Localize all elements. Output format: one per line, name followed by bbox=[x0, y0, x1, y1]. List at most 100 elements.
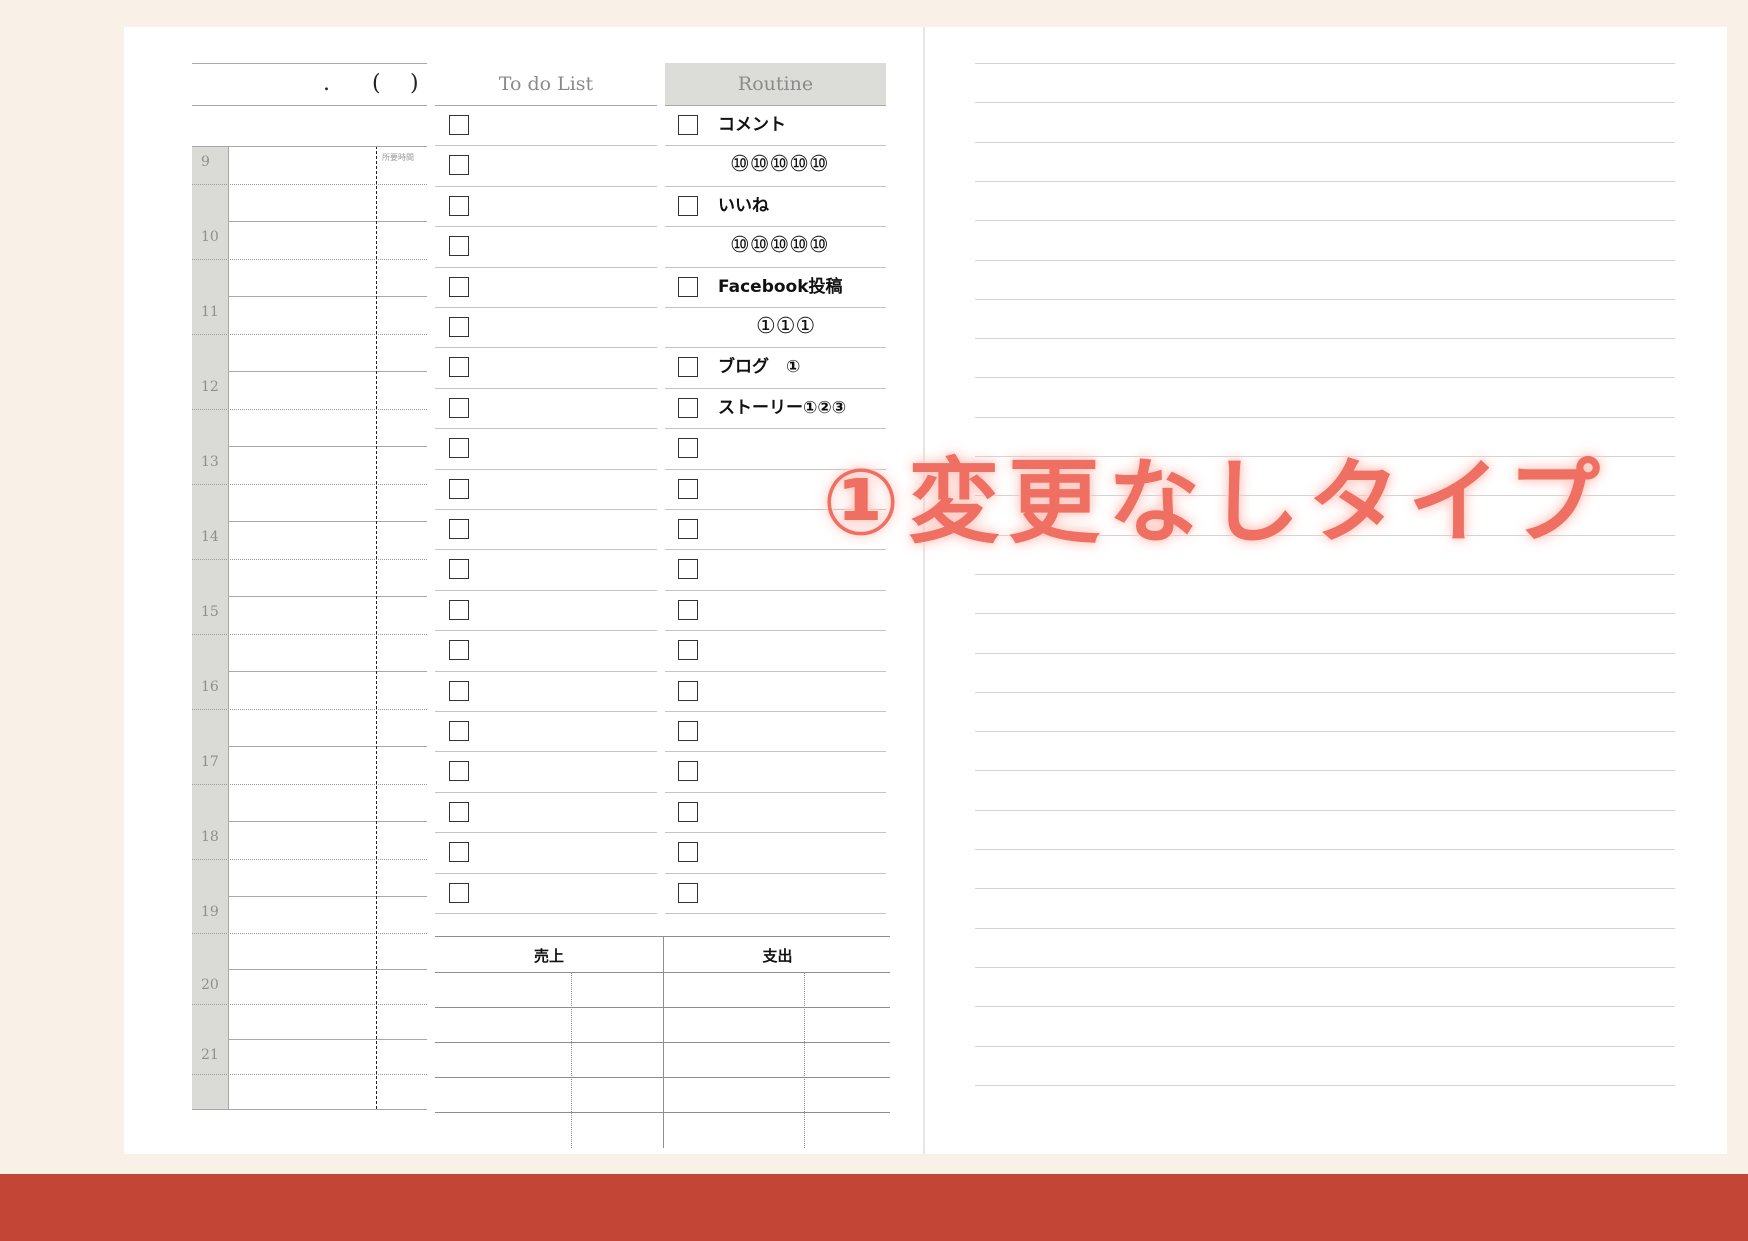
note-line bbox=[975, 613, 1675, 615]
routine-item-text: ストーリー①②③ bbox=[718, 397, 847, 418]
routine-checkbox[interactable] bbox=[678, 519, 698, 539]
todo-checkbox[interactable] bbox=[449, 680, 469, 701]
hour-label: 21 bbox=[201, 1047, 219, 1063]
sales-header: 売上 bbox=[533, 947, 564, 965]
routine-row-rule bbox=[665, 347, 886, 349]
todo-row-rule bbox=[435, 226, 657, 228]
routine-checkbox[interactable] bbox=[678, 882, 698, 903]
hour-label: 14 bbox=[201, 529, 219, 545]
note-line bbox=[975, 1084, 1675, 1086]
routine-header-rule bbox=[665, 105, 886, 106]
date-dot: . bbox=[323, 71, 330, 96]
routine-checkbox[interactable] bbox=[678, 801, 698, 822]
todo-header: To do List bbox=[498, 73, 594, 95]
note-line bbox=[975, 573, 1675, 575]
routine-checkbox[interactable] bbox=[678, 195, 698, 216]
hour-label: 12 bbox=[201, 379, 219, 395]
todo-checkbox[interactable] bbox=[449, 155, 469, 176]
todo-checkbox[interactable] bbox=[449, 721, 469, 741]
todo-checkbox[interactable] bbox=[449, 599, 469, 620]
todo-row-rule bbox=[435, 589, 657, 591]
todo-checkbox[interactable] bbox=[449, 801, 469, 822]
note-line bbox=[975, 220, 1675, 222]
date-field[interactable]: . ( ) bbox=[192, 63, 427, 105]
todo-checkbox[interactable] bbox=[449, 357, 469, 378]
date-top-rule bbox=[192, 63, 427, 64]
note-line bbox=[975, 652, 1675, 654]
todo-checkbox[interactable] bbox=[449, 640, 469, 661]
note-line bbox=[975, 298, 1675, 300]
hour-label: 15 bbox=[201, 604, 219, 620]
routine-row-rule bbox=[665, 185, 886, 187]
todo-checkbox[interactable] bbox=[449, 276, 469, 297]
todo-checkbox[interactable] bbox=[449, 438, 469, 459]
hour-label: 13 bbox=[201, 454, 219, 470]
hour-label: 10 bbox=[201, 229, 219, 245]
routine-row-rule bbox=[665, 589, 886, 591]
date-bottom-rule bbox=[192, 105, 427, 106]
todo-row-rule bbox=[435, 428, 657, 430]
todo-checkbox[interactable] bbox=[449, 236, 469, 257]
hour-label: 9 bbox=[201, 154, 210, 170]
routine-checkbox[interactable] bbox=[678, 680, 698, 701]
routine-checkbox[interactable] bbox=[678, 599, 698, 620]
routine-checkbox[interactable] bbox=[678, 640, 698, 661]
todo-row-rule bbox=[435, 185, 657, 187]
routine-item-text: ⑩⑩⑩⑩⑩ bbox=[730, 233, 829, 259]
todo-checkbox[interactable] bbox=[449, 397, 469, 418]
todo-row-rule bbox=[435, 711, 657, 712]
note-line bbox=[975, 338, 1675, 340]
footer-band bbox=[0, 1174, 1748, 1241]
hour-label: 19 bbox=[201, 904, 219, 920]
duration-divider bbox=[376, 146, 377, 1109]
note-line bbox=[975, 966, 1675, 968]
routine-checkbox[interactable] bbox=[678, 115, 698, 135]
todo-checkbox[interactable] bbox=[449, 478, 469, 499]
routine-row-rule bbox=[665, 711, 886, 712]
note-line bbox=[975, 377, 1675, 379]
note-line bbox=[975, 1006, 1675, 1008]
routine-checkbox[interactable] bbox=[678, 842, 698, 863]
todo-checkbox[interactable] bbox=[449, 195, 469, 216]
routine-checkbox[interactable] bbox=[678, 559, 698, 580]
hour-label: 11 bbox=[201, 304, 219, 320]
todo-checkbox[interactable] bbox=[449, 559, 469, 580]
timeline-top-rule bbox=[192, 146, 427, 147]
note-line bbox=[975, 1045, 1675, 1047]
routine-checkbox[interactable] bbox=[678, 438, 698, 459]
todo-row-rule bbox=[435, 872, 657, 874]
note-line bbox=[975, 691, 1675, 693]
routine-checkbox[interactable] bbox=[678, 761, 698, 782]
routine-checkbox[interactable] bbox=[678, 357, 698, 378]
note-line bbox=[975, 888, 1675, 890]
todo-checkbox[interactable] bbox=[449, 882, 469, 903]
hour-label: 16 bbox=[201, 679, 219, 695]
todo-row-rule bbox=[435, 509, 657, 510]
routine-header: Routine bbox=[665, 63, 886, 105]
planner-sheet bbox=[124, 27, 1727, 1154]
type-label-overlay: ①変更なしタイプ bbox=[822, 449, 1608, 556]
todo-row-rule bbox=[435, 549, 657, 551]
todo-checkbox[interactable] bbox=[449, 519, 469, 539]
timeline-left-rule bbox=[228, 146, 229, 1109]
todo-row-rule bbox=[435, 751, 657, 753]
routine-checkbox[interactable] bbox=[678, 721, 698, 741]
todo-checkbox[interactable] bbox=[449, 842, 469, 863]
routine-row-rule bbox=[665, 226, 886, 228]
todo-checkbox[interactable] bbox=[449, 317, 469, 337]
routine-checkbox[interactable] bbox=[678, 397, 698, 418]
routine-checkbox[interactable] bbox=[678, 276, 698, 297]
note-line bbox=[975, 849, 1675, 850]
todo-checkbox[interactable] bbox=[449, 761, 469, 782]
todo-checkbox[interactable] bbox=[449, 115, 469, 135]
routine-row-rule bbox=[665, 751, 886, 753]
routine-item-text: Facebook投稿 bbox=[718, 276, 843, 297]
routine-checkbox[interactable] bbox=[678, 478, 698, 499]
routine-row-rule bbox=[665, 630, 886, 632]
note-line bbox=[975, 416, 1675, 418]
note-line bbox=[975, 63, 1675, 64]
routine-row-rule bbox=[665, 387, 886, 389]
routine-row-rule bbox=[665, 307, 886, 308]
hour-label: 20 bbox=[201, 977, 219, 993]
note-line bbox=[975, 731, 1675, 733]
